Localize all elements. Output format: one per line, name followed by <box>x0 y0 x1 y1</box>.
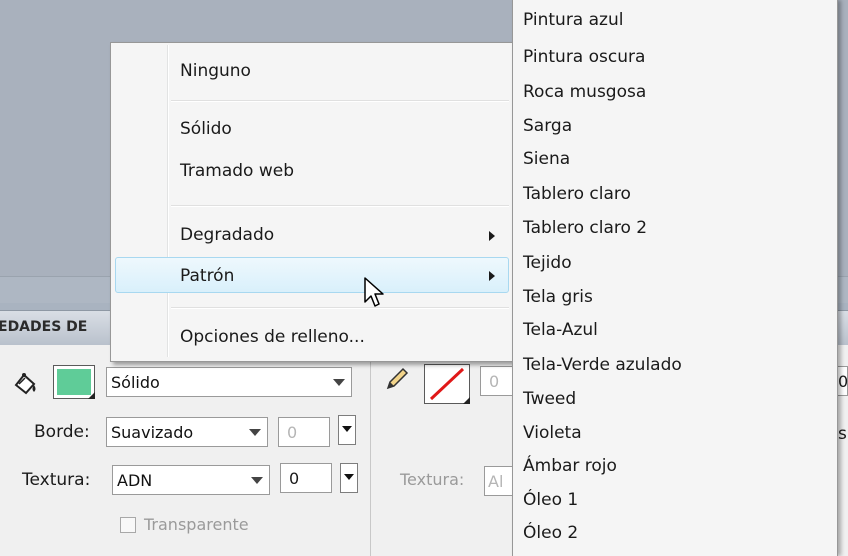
menu-separator <box>171 205 509 207</box>
panel-title: EDADES DE <box>0 319 88 335</box>
mouse-pointer-icon <box>363 276 387 314</box>
menu-separator <box>171 307 509 309</box>
textura-number: 0 <box>289 469 300 488</box>
menu-item-degradado[interactable]: Degradado <box>111 219 515 253</box>
submenu-item[interactable]: Tablero claro 2 <box>523 218 647 238</box>
submenu-item[interactable]: Óleo 2 <box>523 523 578 543</box>
menu-gutter <box>167 45 169 357</box>
borde-number-dropdown[interactable] <box>338 415 356 445</box>
menu-item-label: Ninguno <box>180 61 251 81</box>
pencil-icon[interactable] <box>384 366 410 396</box>
submenu-item[interactable]: Tejido <box>523 253 572 273</box>
submenu-item[interactable]: Violeta <box>523 423 582 443</box>
submenu-item[interactable]: Pintura azul <box>523 10 623 30</box>
fill-color-swatch[interactable] <box>53 365 95 399</box>
submenu-item[interactable]: Ámbar rojo <box>523 456 617 476</box>
submenu-item[interactable]: Óleo 1 <box>523 490 578 510</box>
menu-item-tramado-web[interactable]: Tramado web <box>111 155 515 189</box>
fill-style-value: Sólido <box>111 373 160 392</box>
menu-separator <box>171 100 509 102</box>
menu-item-label: Tramado web <box>180 161 295 181</box>
menu-item-opciones-de-relleno[interactable]: Opciones de relleno... <box>111 321 515 355</box>
borde-value: Suavizado <box>111 423 194 442</box>
submenu-item[interactable]: Tablero claro <box>523 184 631 204</box>
submenu-item[interactable]: Siena <box>523 149 570 169</box>
transparente-label: Transparente <box>144 515 249 534</box>
chevron-right-icon <box>489 231 495 241</box>
stroke-color-swatch[interactable] <box>424 364 470 404</box>
submenu-item[interactable]: Tela-Azul <box>523 320 598 340</box>
menu-item-ninguno[interactable]: Ninguno <box>111 55 515 89</box>
menu-item-label: Sólido <box>180 119 232 139</box>
fill-type-context-menu: Ninguno Sólido Tramado web Degradado Pat… <box>110 42 516 362</box>
stroke-number: 0 <box>489 372 500 391</box>
borde-label: Borde: <box>34 422 90 442</box>
submenu-item[interactable]: Pintura oscura <box>523 47 645 67</box>
borde-number-field[interactable]: 0 <box>278 417 330 447</box>
menu-item-label: Opciones de relleno... <box>180 327 365 347</box>
right-textura-value: Al <box>488 472 504 491</box>
textura-number-field[interactable]: 0 <box>280 463 332 493</box>
far-right-value-1: 0 <box>838 372 848 391</box>
borde-number: 0 <box>287 423 298 442</box>
submenu-item[interactable]: Sarga <box>523 116 572 136</box>
far-right-label: s <box>838 424 847 444</box>
stroke-number-field[interactable]: 0 <box>480 366 514 396</box>
chevron-down-icon <box>333 379 345 386</box>
panel-divider <box>370 345 371 556</box>
submenu-item[interactable]: Tela gris <box>523 287 593 307</box>
transparente-checkbox[interactable] <box>120 517 136 533</box>
chevron-down-icon <box>249 429 261 436</box>
submenu-item[interactable]: Roca musgosa <box>523 82 646 102</box>
borde-select[interactable]: Suavizado <box>106 417 268 447</box>
paint-bucket-icon[interactable] <box>12 371 40 401</box>
textura-label: Textura: <box>22 470 91 490</box>
textura-select[interactable]: ADN <box>112 465 270 495</box>
menu-item-label: Degradado <box>180 225 275 245</box>
submenu-item[interactable]: Tweed <box>523 389 576 409</box>
menu-item-label: Patrón <box>180 266 235 286</box>
pattern-submenu: Pintura azul Pintura oscura Roca musgosa… <box>512 0 838 556</box>
right-textura-label: Textura: <box>400 470 465 489</box>
menu-item-patron[interactable]: Patrón <box>111 257 515 293</box>
chevron-down-icon <box>251 477 263 484</box>
submenu-item[interactable]: Tela-Verde azulado <box>523 355 682 375</box>
menu-item-highlight <box>115 257 509 293</box>
textura-number-dropdown[interactable] <box>340 463 358 493</box>
menu-item-solido[interactable]: Sólido <box>111 113 515 147</box>
chevron-right-icon <box>489 271 495 281</box>
right-textura-select[interactable]: Al <box>484 466 514 496</box>
fill-style-select[interactable]: Sólido <box>106 367 352 397</box>
textura-value: ADN <box>117 471 153 490</box>
